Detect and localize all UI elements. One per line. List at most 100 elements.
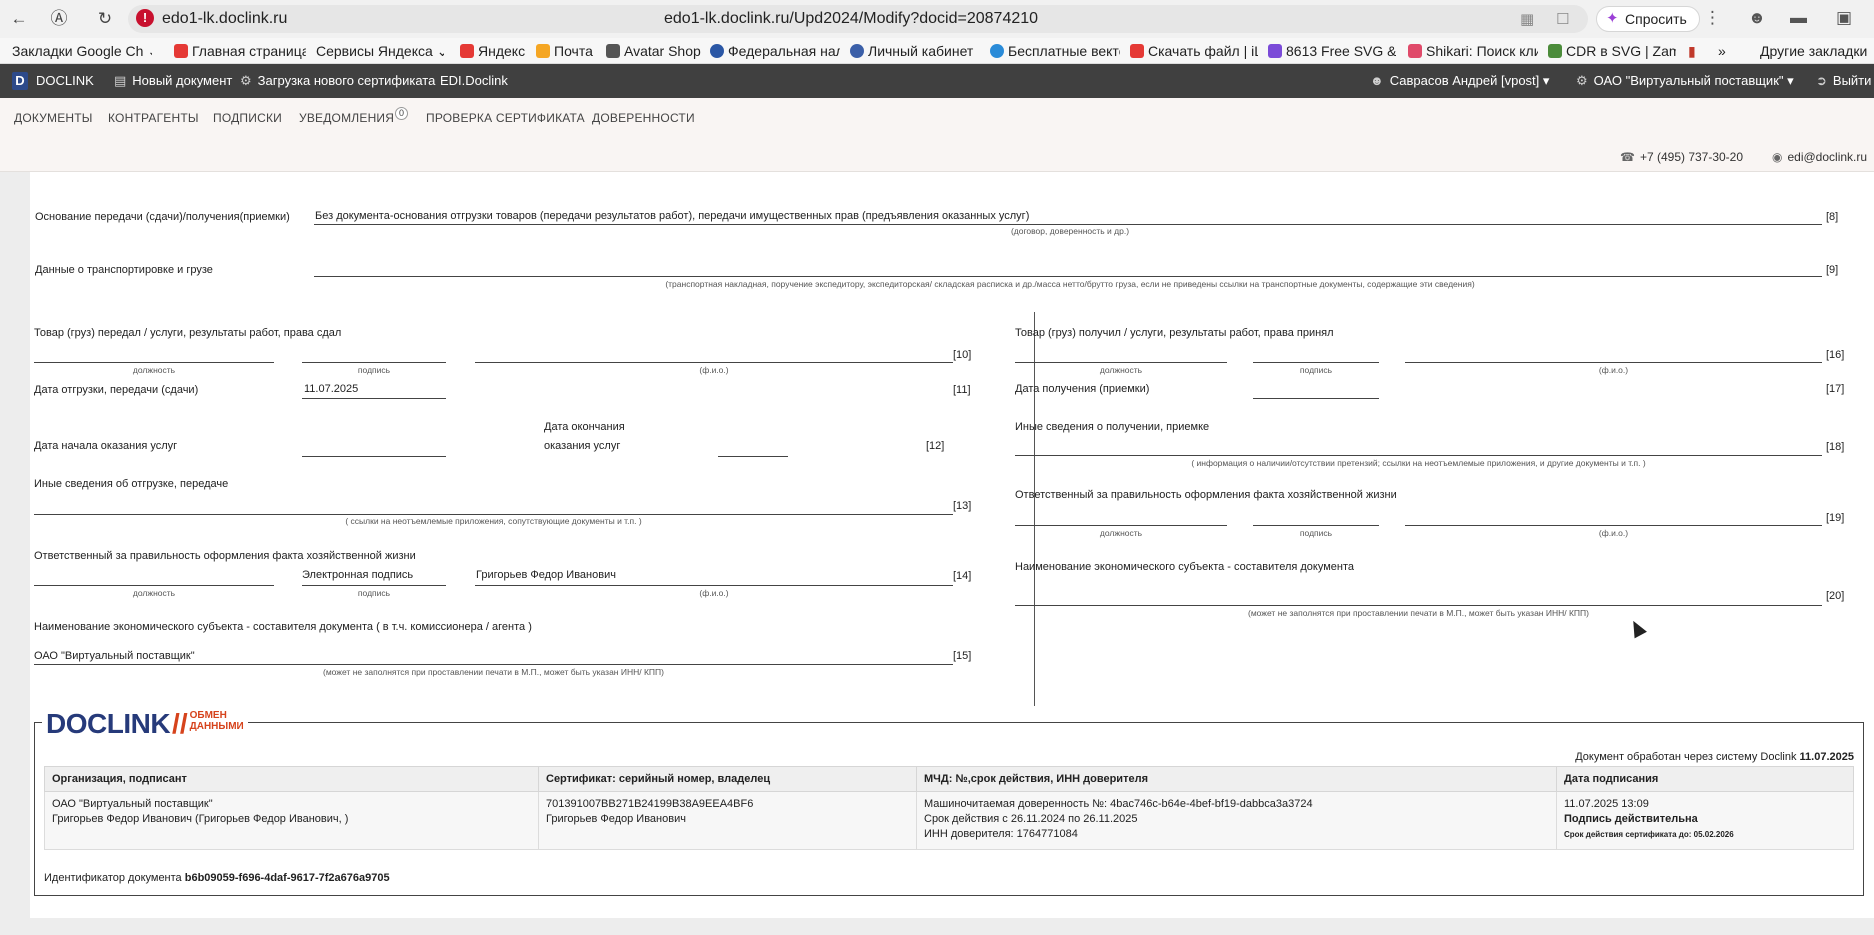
bookmark-item[interactable]: Сервисы Яндекса ⌄ [316, 43, 444, 60]
bookmark-icon[interactable]: ☐ [1556, 10, 1569, 28]
col-header: Дата подписания [1556, 766, 1854, 792]
bookmark-item[interactable]: Федеральная нал [710, 43, 840, 59]
other-recv-label: Иные сведения о получении, приемке [1015, 421, 1210, 433]
handed-signature-field[interactable] [302, 362, 446, 363]
processed-note: Документ обработан через систему Doclink… [1575, 751, 1854, 763]
recv-signature-field[interactable] [1253, 362, 1379, 363]
entity-right-label: Наименование экономического субъекта - с… [1015, 561, 1355, 573]
handed-fio-field[interactable] [475, 362, 953, 363]
entity-right-field[interactable] [1015, 605, 1822, 606]
bookmark-item[interactable]: 8613 Free SVG & F [1268, 43, 1396, 59]
basis-value[interactable]: Без документа-основания отгрузки товаров… [315, 210, 1029, 222]
ref-12: [12] [926, 440, 945, 452]
ask-label: Спросить [1625, 11, 1687, 27]
org-menu[interactable]: ⚙ ОАО "Виртуальный поставщик" ▾ [1576, 73, 1794, 89]
phone-contact: ☎ +7 (495) 737-30-20 [1620, 150, 1744, 164]
extension-icon[interactable]: ☻ [1748, 8, 1766, 28]
ref-19: [19] [1826, 512, 1845, 524]
cert-valid-until: Срок действия сертификата до: 05.02.2026 [1564, 830, 1734, 839]
other-ship-label: Иные сведения об отгрузке, передаче [34, 478, 229, 490]
ref-8: [8] [1826, 211, 1839, 223]
bookmark-item[interactable]: Бесплатные векто [990, 43, 1120, 59]
handed-label: Товар (груз) передал / услуги, результат… [34, 327, 342, 339]
yandex-logo-icon[interactable]: Ⓐ [48, 8, 70, 30]
transport-label: Данные о транспортировке и грузе [35, 264, 213, 276]
tab-subscriptions[interactable]: ПОДПИСКИ [213, 111, 282, 125]
transport-note: (транспортная накладная, поручение экспе… [665, 279, 1475, 289]
mchd-period: Срок действия с 26.11.2024 по 26.11.2025 [924, 813, 1138, 825]
sidepanel-icon[interactable]: ▣ [1836, 8, 1852, 28]
bookmark-item[interactable]: Яндекс [460, 43, 536, 59]
tab-cert-check[interactable]: ПРОВЕРКА СЕРТИФИКАТА [426, 111, 585, 125]
brand-link[interactable]: DOCLINK [36, 73, 94, 88]
ref-15: [15] [953, 650, 972, 662]
stats-icon[interactable]: ▮ [1688, 43, 1704, 60]
ship-date-label: Дата отгрузки, передачи (сдачи) [34, 384, 199, 396]
reload-icon[interactable]: ↻ [94, 8, 116, 30]
user-menu[interactable]: ☻ Саврасов Андрей [vpost] ▾ [1370, 73, 1549, 89]
entity-left-value[interactable]: ОАО "Виртуальный поставщик" [34, 650, 195, 662]
doclink-logo-icon[interactable]: D [12, 72, 28, 90]
more-bookmarks-icon[interactable]: » [1718, 43, 1732, 59]
entity-left-label: Наименование экономического субъекта - с… [34, 621, 532, 633]
bookmark-item[interactable]: CDR в SVG | Zama [1548, 43, 1676, 59]
bookmark-item[interactable]: Shikari: Поиск кли [1408, 43, 1538, 59]
tab-proxies[interactable]: ДОВЕРЕННОСТИ [592, 111, 695, 125]
gear-icon: ⚙ [1576, 73, 1588, 88]
end-date-field[interactable] [718, 456, 788, 457]
new-document-link[interactable]: ▤ Новый документ [114, 73, 232, 89]
email-contact[interactable]: ◉ edi@doclink.ru [1772, 150, 1867, 164]
ask-button[interactable]: ✦ Спросить [1596, 6, 1700, 32]
signer-name: Григорьев Федор Иванович (Григорьев Федо… [52, 813, 349, 825]
bookmark-item[interactable]: Avatar Shop [606, 43, 702, 59]
transport-field[interactable] [314, 276, 1822, 277]
translate-icon[interactable]: ▦ [1520, 10, 1534, 28]
bookmark-item[interactable]: Скачать файл | iL [1130, 43, 1258, 59]
other-ship-field[interactable] [34, 514, 953, 515]
other-bookmarks[interactable]: Другие закладки [1760, 43, 1874, 59]
edi-link[interactable]: EDI.Doclink [440, 73, 508, 88]
bookmark-item[interactable]: Личный кабинет [850, 43, 980, 59]
resp-fio-value[interactable]: Григорьев Федор Иванович [476, 569, 616, 581]
recv-date-field[interactable] [1253, 398, 1379, 399]
document-icon: ▤ [114, 73, 127, 88]
bookmarks-bar: Закладки Google Ch ⌄ Главная страница Се… [0, 38, 1874, 64]
doclink-exchange-logo: DOCLINK//ОБМЕН ДАННЫМИ [42, 708, 248, 739]
url-full[interactable]: edo1-lk.doclink.ru/Upd2024/Modify?docid=… [664, 10, 1038, 28]
bookmark-item[interactable]: Главная страница [174, 43, 306, 59]
ref-13: [13] [953, 500, 972, 512]
recv-fio-field[interactable] [1405, 362, 1822, 363]
ship-date-value[interactable]: 11.07.2025 [304, 383, 358, 395]
resp-right-signature-field[interactable] [1253, 525, 1379, 526]
mchd-number: Машиночитаемая доверенность №: 4bac746c-… [924, 798, 1313, 810]
tab-notifications[interactable]: УВЕДОМЛЕНИЯ 0 [299, 107, 409, 125]
ref-16: [16] [1826, 349, 1845, 361]
col-header: Сертификат: серийный номер, владелец [538, 766, 917, 792]
end-date-label-2: оказания услуг [544, 440, 621, 452]
other-recv-field[interactable] [1015, 455, 1822, 456]
minimize-tray-icon[interactable]: ▬ [1790, 8, 1807, 28]
handed-position-field[interactable] [34, 362, 274, 363]
bookmark-item[interactable]: Почта [536, 43, 600, 59]
basis-note: (договор, доверенность и др.) [1010, 226, 1130, 236]
bookmark-item[interactable]: Закладки Google Ch ⌄ [12, 43, 152, 60]
resp-position-field[interactable] [34, 585, 274, 586]
menu-dots-icon[interactable]: ⋮ [1704, 8, 1721, 28]
back-arrow-icon[interactable]: ← [8, 8, 30, 30]
email-icon: ◉ [1772, 150, 1783, 164]
signature-table: Организация, подписант Сертификат: серий… [44, 766, 1854, 850]
logout-link[interactable]: ➲ Выйти [1816, 73, 1871, 89]
upload-cert-link[interactable]: ⚙ Загрузка нового сертификата [240, 73, 435, 89]
resp-right-position-field[interactable] [1015, 525, 1227, 526]
tab-contractors[interactable]: КОНТРАГЕНТЫ [108, 111, 199, 125]
ref-20: [20] [1826, 590, 1845, 602]
start-date-field[interactable] [302, 456, 446, 457]
ref-18: [18] [1826, 441, 1845, 453]
app-header: D DOCLINK ▤ Новый документ ⚙ Загрузка ново… [0, 64, 1874, 98]
browser-toolbar: ← Ⓐ ↻ ! edo1-lk.doclink.ru edo1-lk.docli… [0, 0, 1874, 38]
sign-datetime: 11.07.2025 13:09 [1564, 798, 1649, 810]
security-warning-icon[interactable]: ! [136, 9, 154, 27]
resp-right-fio-field[interactable] [1405, 525, 1822, 526]
tab-documents[interactable]: ДОКУМЕНТЫ [14, 111, 93, 125]
recv-position-field[interactable] [1015, 362, 1227, 363]
